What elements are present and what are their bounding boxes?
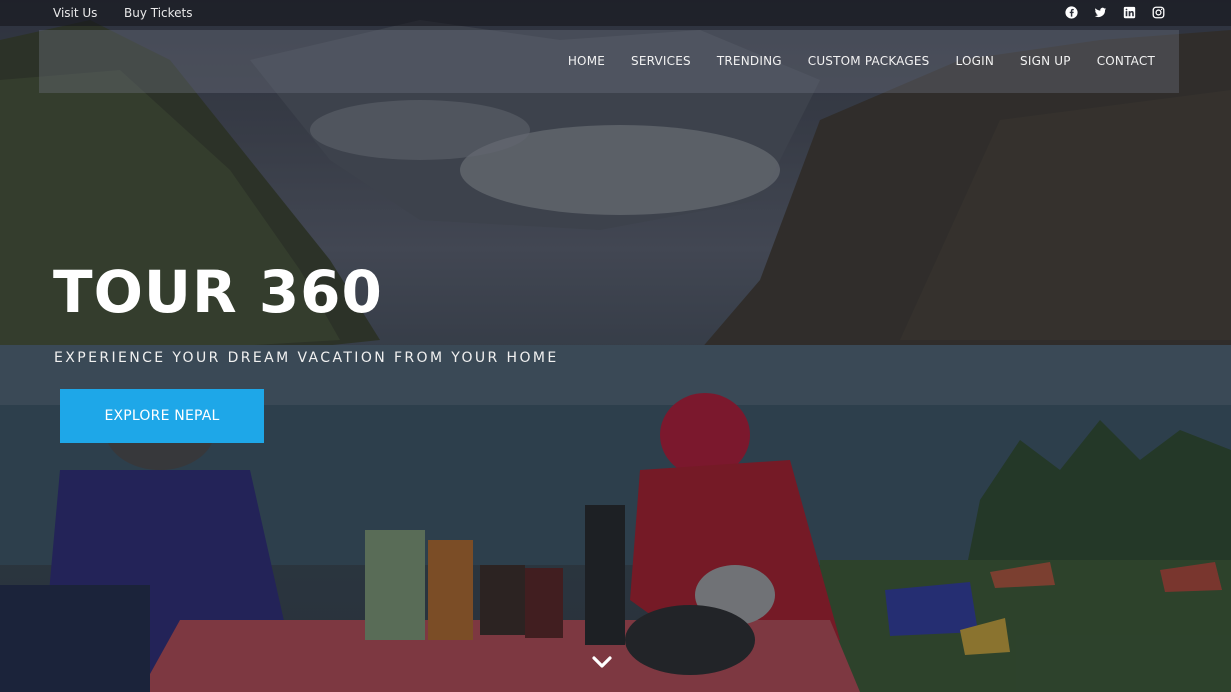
nav-item-services[interactable]: SERVICES [631,54,691,68]
instagram-icon[interactable] [1151,5,1165,19]
buy-tickets-link[interactable]: Buy Tickets [124,6,193,20]
nav-item-home[interactable]: HOME [568,54,605,68]
nav-item-login[interactable]: LOGIN [955,54,994,68]
nav-item-trending[interactable]: TRENDING [717,54,782,68]
top-bar: Visit Us Buy Tickets [0,0,1231,26]
twitter-icon[interactable] [1093,5,1107,19]
nav-item-contact[interactable]: CONTACT [1097,54,1155,68]
explore-nepal-button[interactable]: EXPLORE NEPAL [60,389,264,443]
hero-overlay [0,0,1231,692]
linkedin-icon[interactable] [1122,5,1136,19]
hero-title: TOUR 360 [53,258,383,326]
social-links [1064,5,1165,19]
visit-us-link[interactable]: Visit Us [53,6,97,20]
facebook-icon[interactable] [1064,5,1078,19]
nav-item-custom-packages[interactable]: CUSTOM PACKAGES [808,54,930,68]
main-navbar: HOME SERVICES TRENDING CUSTOM PACKAGES L… [39,30,1179,93]
hero-subtitle: EXPERIENCE YOUR DREAM VACATION FROM YOUR… [54,350,559,366]
nav-menu: HOME SERVICES TRENDING CUSTOM PACKAGES L… [568,54,1155,68]
nav-item-sign-up[interactable]: SIGN UP [1020,54,1071,68]
chevron-down-icon[interactable] [591,654,613,670]
